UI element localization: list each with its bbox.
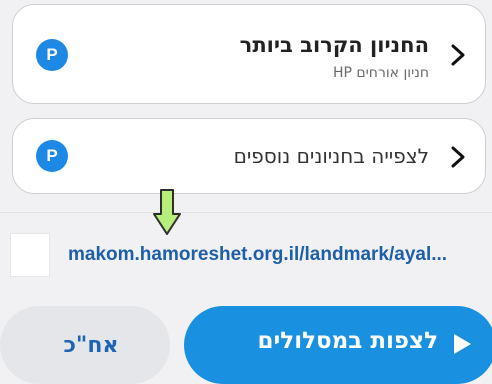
chevron-right-icon[interactable] <box>447 145 469 169</box>
landmark-link[interactable]: makom.hamoreshet.org.il/landmark/ayal... <box>68 244 447 266</box>
parking-icon-letter: P <box>46 45 58 64</box>
later-button[interactable]: אח"כ <box>0 306 170 384</box>
view-routes-label: לצפות במסלולים <box>257 328 439 354</box>
play-icon <box>454 334 471 354</box>
more-parking-title: לצפייה בחניונים נוספים <box>233 144 429 168</box>
more-parking-card[interactable]: P לצפייה בחניונים נוספים <box>12 118 486 194</box>
view-routes-button[interactable]: לצפות במסלולים <box>184 306 492 384</box>
parking-icon: P <box>36 39 68 71</box>
green-down-arrow-icon <box>153 189 181 235</box>
parking-icon-letter: P <box>46 146 58 165</box>
divider <box>0 212 492 213</box>
nearest-parking-card[interactable]: P החניון הקרוב ביותר חניון אורחים HP <box>12 4 486 104</box>
parking-icon: P <box>36 140 68 172</box>
link-thumbnail <box>10 233 50 277</box>
chevron-right-icon[interactable] <box>447 43 469 67</box>
nearest-parking-subtitle: חניון אורחים HP <box>332 65 429 81</box>
later-button-label: אח"כ <box>63 332 119 358</box>
nearest-parking-title: החניון הקרוב ביותר <box>239 33 429 57</box>
